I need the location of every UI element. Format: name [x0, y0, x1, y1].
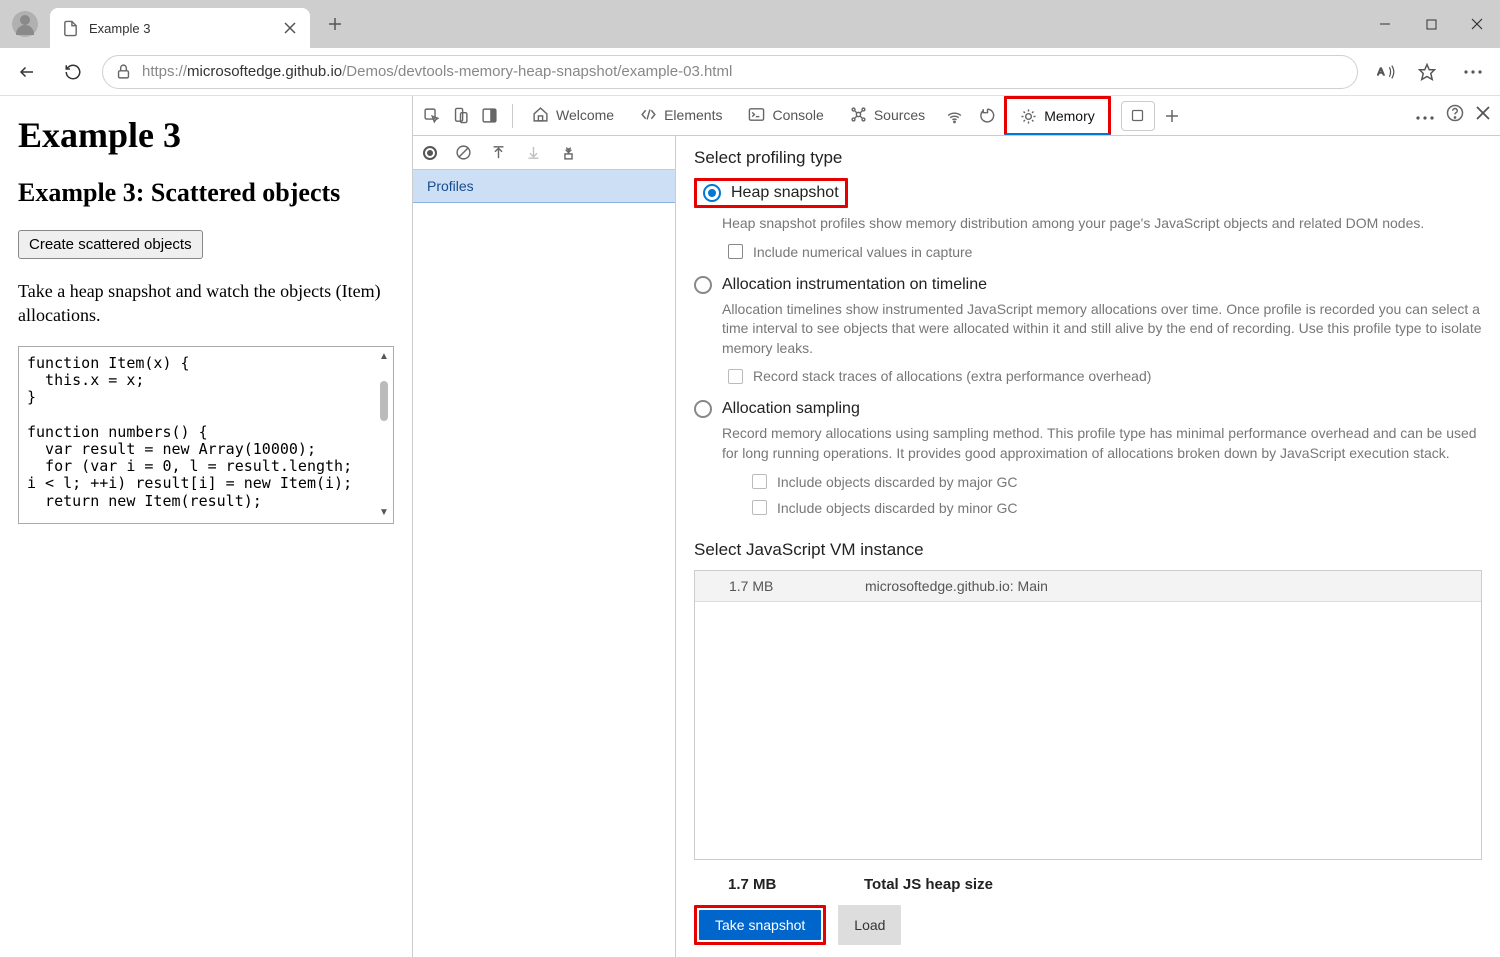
record-button[interactable]	[423, 146, 437, 160]
code-textarea[interactable]: function Item(x) { this.x = x; } functio…	[18, 346, 394, 524]
url-text: https://microsoftedge.github.io/Demos/de…	[142, 63, 732, 80]
label-allocation-timeline[interactable]: Allocation instrumentation on timeline	[722, 276, 987, 294]
lock-icon	[115, 63, 132, 80]
refresh-button[interactable]	[56, 55, 90, 89]
performance-icon[interactable]	[979, 107, 996, 124]
inspect-icon[interactable]	[423, 107, 440, 124]
take-snapshot-button[interactable]: Take snapshot	[699, 910, 821, 940]
scroll-thumb[interactable]	[380, 381, 388, 421]
favorites-button[interactable]	[1410, 55, 1444, 89]
tab-memory[interactable]: Memory	[1004, 96, 1111, 135]
checkbox-minor-gc	[752, 500, 767, 515]
total-heap-row: 1.7 MB Total JS heap size	[694, 870, 1482, 905]
sources-icon	[850, 106, 867, 123]
minimize-button[interactable]	[1362, 0, 1408, 48]
network-conditions-icon[interactable]	[946, 107, 963, 124]
vm-name: microsoftedge.github.io: Main	[865, 578, 1481, 594]
tab-sources[interactable]: Sources	[837, 96, 938, 135]
devtools-tabs: Welcome Elements Console Sources	[413, 96, 1500, 136]
help-button[interactable]	[1446, 104, 1464, 127]
label-minor-gc: Include objects discarded by minor GC	[777, 500, 1017, 516]
vm-instance-list[interactable]: 1.7 MB microsoftedge.github.io: Main	[694, 570, 1482, 860]
new-tab-button[interactable]	[320, 9, 350, 39]
label-allocation-sampling[interactable]: Allocation sampling	[722, 400, 860, 418]
memory-icon	[1020, 108, 1037, 125]
checkbox-record-stack-traces	[728, 369, 743, 384]
memory-toolbar	[413, 136, 675, 170]
scroll-up-icon[interactable]: ▲	[379, 351, 389, 363]
read-aloud-button[interactable]: A	[1370, 55, 1404, 89]
label-heap-snapshot[interactable]: Heap snapshot	[731, 184, 839, 202]
clear-icon[interactable]	[455, 144, 472, 161]
scrollbar[interactable]: ▲ ▼	[377, 351, 391, 519]
sidebar-item-profiles[interactable]: Profiles	[413, 170, 675, 203]
svg-text:A: A	[1377, 67, 1384, 78]
radio-allocation-sampling[interactable]	[694, 400, 712, 418]
devtools-more-button[interactable]	[1416, 107, 1434, 125]
address-bar[interactable]: https://microsoftedge.github.io/Demos/de…	[102, 55, 1358, 89]
desc-allocation-timeline: Allocation timelines show instrumented J…	[722, 300, 1482, 359]
upload-icon[interactable]	[490, 144, 507, 161]
browser-tab[interactable]: Example 3	[50, 8, 310, 48]
desc-allocation-sampling: Record memory allocations using sampling…	[722, 424, 1482, 463]
checkbox-major-gc	[752, 474, 767, 489]
console-icon	[748, 106, 765, 123]
desc-heap-snapshot: Heap snapshot profiles show memory distr…	[722, 214, 1482, 234]
profiling-type-title: Select profiling type	[694, 148, 1482, 168]
back-button[interactable]	[10, 55, 44, 89]
window-titlebar: Example 3	[0, 0, 1500, 48]
maximize-button[interactable]	[1408, 0, 1454, 48]
vm-row[interactable]: 1.7 MB microsoftedge.github.io: Main	[695, 571, 1481, 602]
add-tab-button[interactable]	[1155, 99, 1189, 133]
scroll-down-icon[interactable]: ▼	[379, 507, 389, 519]
tab-console[interactable]: Console	[735, 96, 836, 135]
devtools-panel: Welcome Elements Console Sources	[413, 96, 1500, 957]
tab-title: Example 3	[89, 21, 272, 36]
more-menu-button[interactable]	[1456, 55, 1490, 89]
radio-allocation-timeline[interactable]	[694, 276, 712, 294]
label-record-stack-traces: Record stack traces of allocations (extr…	[753, 368, 1151, 384]
browser-toolbar: https://microsoftedge.github.io/Demos/de…	[0, 48, 1500, 96]
devtools-close-button[interactable]	[1476, 106, 1490, 125]
load-button[interactable]: Load	[838, 905, 901, 945]
total-heap-size: 1.7 MB	[694, 876, 864, 893]
option-allocation-sampling: Allocation sampling Record memory alloca…	[694, 400, 1482, 515]
page-content: Example 3 Example 3: Scattered objects C…	[0, 96, 413, 957]
vm-instance-title: Select JavaScript VM instance	[694, 540, 1482, 560]
devtools-sidebar: Profiles	[413, 136, 676, 957]
option-heap-snapshot: Heap snapshot Heap snapshot profiles sho…	[694, 178, 1482, 260]
tab-welcome[interactable]: Welcome	[519, 96, 627, 135]
elements-icon	[640, 106, 657, 123]
page-description: Take a heap snapshot and watch the objec…	[18, 279, 394, 328]
checkbox-include-numerical[interactable]	[728, 244, 743, 259]
dock-icon[interactable]	[481, 107, 498, 124]
document-icon	[62, 20, 79, 37]
tab-overflow-button[interactable]	[1121, 101, 1155, 131]
create-scattered-objects-button[interactable]: Create scattered objects	[18, 230, 203, 259]
collect-garbage-icon[interactable]	[560, 144, 577, 161]
total-heap-label: Total JS heap size	[864, 876, 993, 893]
tab-elements[interactable]: Elements	[627, 96, 735, 135]
memory-main: Select profiling type Heap snapshot Heap…	[676, 136, 1500, 957]
label-include-numerical[interactable]: Include numerical values in capture	[753, 244, 972, 260]
page-h1: Example 3	[18, 114, 394, 156]
page-h2: Example 3: Scattered objects	[18, 178, 394, 208]
radio-heap-snapshot[interactable]	[703, 184, 721, 202]
home-icon	[532, 106, 549, 123]
device-icon[interactable]	[452, 107, 469, 124]
close-window-button[interactable]	[1454, 0, 1500, 48]
profile-icon[interactable]	[12, 11, 38, 37]
vm-size: 1.7 MB	[695, 578, 865, 594]
code-content: function Item(x) { this.x = x; } functio…	[27, 355, 371, 510]
tab-close-button[interactable]	[282, 20, 298, 36]
download-icon	[525, 144, 542, 161]
label-major-gc: Include objects discarded by major GC	[777, 474, 1017, 490]
take-snapshot-highlight: Take snapshot	[694, 905, 826, 945]
window-controls	[1362, 0, 1500, 48]
option-allocation-timeline: Allocation instrumentation on timeline A…	[694, 276, 1482, 385]
